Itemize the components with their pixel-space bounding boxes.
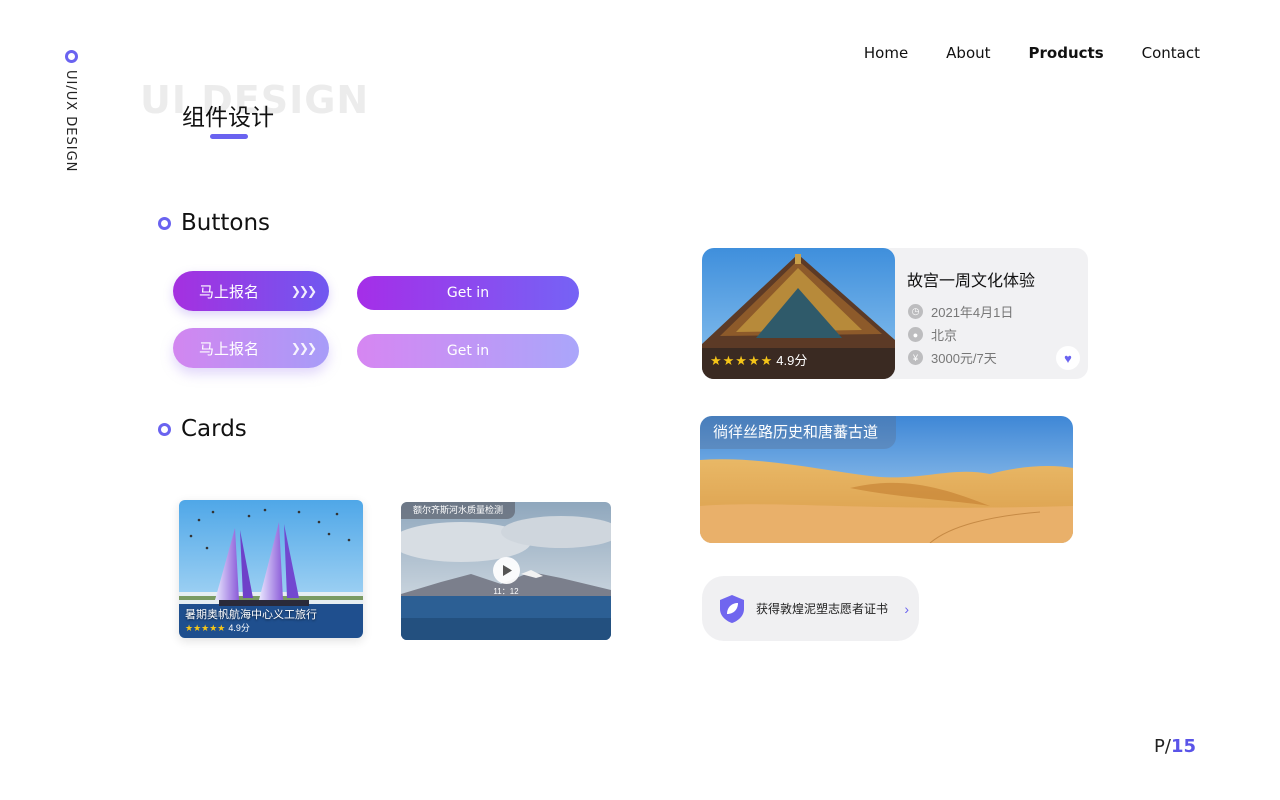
palace-card-rating: ★★★★★ 4.9分 [710,350,807,369]
star-rating-icons: ★★★★★ [185,623,226,633]
nav-item-products[interactable]: Products [1029,44,1104,62]
sailing-rating-value: 4.9分 [228,623,250,633]
get-in-button-label: Get in [446,285,490,301]
section-cards-label: Cards [181,416,247,442]
page-number: P/15 [1154,736,1196,757]
section-bullet-icon [158,422,171,436]
certificate-link[interactable]: 获得敦煌泥塑志愿者证书 › [702,576,919,641]
page-prefix: P/ [1154,736,1171,757]
star-rating-icons: ★★★★★ [710,353,774,368]
clock-icon: ◷ [908,304,923,319]
section-bullet-icon [158,216,171,230]
location-pin-icon: ● [908,327,923,342]
palace-card-price: ¥ 3000元/7天 [908,348,997,367]
get-in-button-primary[interactable]: Get in [357,276,579,310]
chevron-right-icon: › [904,600,909,617]
lake-video-card[interactable]: 额尔齐斯河水质量检测 11：12 [401,502,611,640]
price-text: 3000元/7天 [931,351,997,366]
section-buttons-label: Buttons [181,210,271,236]
lake-card-tag: 额尔齐斯河水质量检测 [401,502,516,519]
get-in-button-light[interactable]: Get in [357,334,579,368]
palace-card-location: ● 北京 [908,325,957,344]
double-chevron-icon: ❯❯❯ [290,284,317,298]
certificate-text: 获得敦煌泥塑志愿者证书 [756,602,889,616]
page-count: 15 [1170,736,1196,757]
sailing-trip-card[interactable]: 暑期奥帆航海中心义工旅行 ★★★★★ 4.9分 [179,500,363,638]
nav-item-about[interactable]: About [946,44,990,62]
get-in-button-light-label: Get in [446,343,490,359]
side-circle-icon [65,50,78,63]
desert-card-tag: 徜徉丝路历史和唐蕃古道 [700,416,897,449]
palace-rating-value: 4.9分 [776,353,808,368]
signup-button-label: 马上报名 [199,282,260,301]
nav-item-contact[interactable]: Contact [1142,44,1200,62]
sailing-card-rating: ★★★★★ 4.9分 [185,621,250,634]
signup-button-light-label: 马上报名 [199,339,260,358]
section-cards-heading: Cards [158,416,247,442]
location-text: 北京 [931,328,958,343]
date-text: 2021年4月1日 [931,305,1014,320]
title-underline [210,134,248,139]
yen-icon: ¥ [908,350,923,365]
sailing-card-caption: 暑期奥帆航海中心义工旅行 [185,609,317,621]
section-buttons-heading: Buttons [158,210,270,236]
heart-icon[interactable]: ♥ [1056,346,1080,370]
video-duration: 11：12 [493,587,519,596]
palace-trip-card[interactable]: ★★★★★ 4.9分 故宫一周文化体验 ◷ 2021年4月1日 ● 北京 ¥ 30… [702,248,1088,379]
signup-button-primary[interactable]: 马上报名 ❯❯❯ [173,271,329,311]
palace-card-title: 故宫一周文化体验 [907,273,1036,290]
nav-item-home[interactable]: Home [864,44,908,62]
side-vertical-label: UI/UX DESIGN [63,70,78,173]
page-title: 组件设计 [182,105,274,131]
top-navigation: Home About Products Contact [864,44,1200,62]
shield-leaf-icon [720,594,744,623]
palace-card-date: ◷ 2021年4月1日 [908,302,1013,321]
desert-trip-card[interactable]: 徜徉丝路历史和唐蕃古道 [700,416,1073,543]
double-chevron-icon: ❯❯❯ [290,341,317,355]
signup-button-light[interactable]: 马上报名 ❯❯❯ [173,328,329,368]
play-icon[interactable] [493,557,520,584]
